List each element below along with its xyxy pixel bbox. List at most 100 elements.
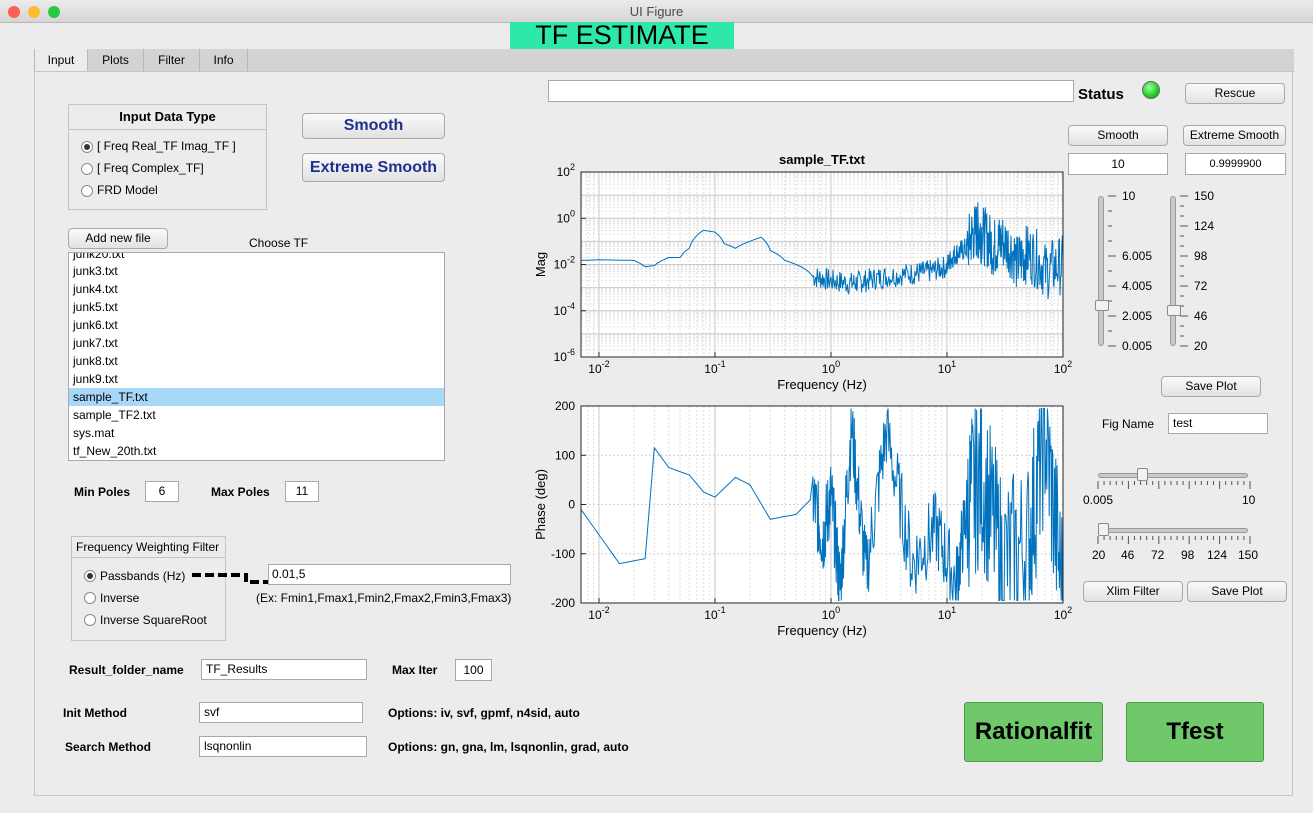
list-item[interactable]: junk5.txt (73, 298, 118, 316)
save-plot-button-2[interactable]: Save Plot (1187, 581, 1287, 602)
list-item[interactable]: junk8.txt (73, 352, 118, 370)
list-item[interactable]: junk3.txt (73, 262, 118, 280)
fig-name-field[interactable]: test (1168, 413, 1268, 434)
horizontal-slider-1-min-label: 0.005 (1083, 493, 1114, 507)
extreme-smooth-button[interactable]: Extreme Smooth (302, 153, 445, 182)
radio-passbands[interactable] (84, 570, 96, 582)
horizontal-slider-2-tick-label: 150 (1238, 548, 1259, 562)
extreme-slider-tick-label: 20 (1194, 339, 1208, 353)
radio-inverse[interactable] (84, 592, 96, 604)
min-poles-field[interactable]: 6 (145, 481, 179, 502)
smooth-vertical-slider[interactable] (1098, 196, 1104, 346)
result-folder-label: Result_folder_name (69, 663, 184, 677)
min-poles-label: Min Poles (74, 485, 131, 499)
right-smooth-button[interactable]: Smooth (1068, 125, 1168, 146)
status-label: Status (1078, 86, 1124, 103)
horizontal-slider-2-tick-label: 72 (1151, 548, 1165, 562)
horizontal-slider-2-tick-label: 98 (1181, 548, 1195, 562)
list-item-selected[interactable]: sample_TF.txt (73, 388, 148, 406)
extreme-value-field[interactable]: 0.9999900 (1185, 153, 1286, 175)
file-list[interactable]: junk20.txt junk3.txt junk4.txt junk5.txt… (68, 252, 445, 461)
passband-field[interactable]: 0.01,5 (268, 564, 511, 585)
x-tick-label: 100 (822, 359, 840, 376)
y-tick-label: 10-6 (554, 347, 575, 364)
search-method-field[interactable]: lsqnonlin (199, 736, 367, 757)
extreme-slider-tick-label: 98 (1194, 249, 1208, 263)
horizontal-slider-2-tick-label: 124 (1207, 548, 1228, 562)
y-tick-label: 0 (568, 498, 575, 512)
y-axis-label: Phase (deg) (533, 469, 548, 540)
radio-freq-real-imag-label: [ Freq Real_TF Imag_TF ] (97, 139, 236, 153)
x-tick-label: 101 (938, 605, 956, 622)
search-method-options: Options: gn, gna, lm, lsqnonlin, grad, a… (388, 740, 629, 754)
radio-inverse-squareroot[interactable] (84, 614, 96, 626)
tfest-button[interactable]: Tfest (1126, 702, 1264, 762)
status-indicator-lamp (1142, 81, 1160, 99)
tab-info[interactable]: Info (200, 49, 248, 71)
list-item[interactable]: junk7.txt (73, 334, 118, 352)
smooth-slider-tick-label: 10 (1122, 189, 1136, 203)
horizontal-slider-1-ticks (1097, 481, 1251, 489)
list-item[interactable]: sys.mat (73, 424, 114, 442)
x-tick-label: 10-2 (588, 605, 609, 622)
horizontal-slider-2-tick-label: 46 (1121, 548, 1135, 562)
radio-frd-model-label: FRD Model (97, 183, 158, 197)
frequency-weighting-title: Frequency Weighting Filter (76, 540, 220, 554)
horizontal-slider-1[interactable] (1098, 473, 1248, 478)
init-method-label: Init Method (63, 706, 127, 720)
horizontal-slider-2-thumb[interactable] (1098, 523, 1109, 536)
y-tick-label: 200 (555, 399, 575, 413)
input-data-type-group: Input Data Type [ Freq Real_TF Imag_TF ]… (68, 104, 267, 210)
horizontal-slider-2[interactable] (1098, 528, 1248, 533)
search-method-label: Search Method (65, 740, 152, 754)
list-item[interactable]: sample_TF2.txt (73, 406, 156, 424)
x-tick-label: 10-1 (704, 605, 725, 622)
xlim-filter-button[interactable]: Xlim Filter (1083, 581, 1183, 602)
max-poles-label: Max Poles (211, 485, 270, 499)
x-axis-label: Frequency (Hz) (777, 623, 867, 638)
tab-input[interactable]: Input (34, 49, 88, 72)
extreme-vertical-slider[interactable] (1170, 196, 1176, 346)
list-item[interactable]: tf_New_20th.txt (73, 442, 156, 460)
tab-plots[interactable]: Plots (88, 49, 144, 71)
max-iter-label: Max Iter (392, 663, 438, 677)
y-tick-label: -200 (551, 596, 575, 610)
add-new-file-button[interactable]: Add new file (68, 228, 168, 249)
horizontal-slider-1-thumb[interactable] (1137, 468, 1148, 481)
init-method-field[interactable]: svf (199, 702, 363, 723)
result-folder-field[interactable]: TF_Results (201, 659, 367, 680)
horizontal-slider-1-max-label: 10 (1242, 493, 1256, 507)
frequency-weighting-group: Frequency Weighting Filter Passbands (Hz… (71, 536, 226, 641)
max-poles-field[interactable]: 11 (285, 481, 319, 502)
smooth-value-field[interactable]: 10 (1068, 153, 1168, 175)
init-method-options: Options: iv, svf, gpmf, n4sid, auto (388, 706, 580, 720)
extreme-vertical-slider-thumb[interactable] (1167, 305, 1181, 316)
max-iter-field[interactable]: 100 (455, 659, 492, 681)
radio-freq-complex-label: [ Freq Complex_TF] (97, 161, 204, 175)
radio-freq-real-imag[interactable] (81, 141, 93, 153)
choose-tf-label: Choose TF (249, 236, 309, 250)
extreme-slider-ticks (1180, 195, 1188, 347)
save-plot-button[interactable]: Save Plot (1161, 376, 1261, 397)
x-tick-label: 10-1 (704, 359, 725, 376)
extreme-slider-tick-label: 124 (1194, 219, 1215, 233)
x-tick-label: 102 (1054, 359, 1072, 376)
list-item[interactable]: junk9.txt (73, 370, 118, 388)
list-item[interactable]: junk6.txt (73, 316, 118, 334)
rationalfit-button[interactable]: Rationalfit (964, 702, 1103, 762)
smooth-vertical-slider-thumb[interactable] (1095, 300, 1109, 311)
tab-filter[interactable]: Filter (144, 49, 200, 71)
status-text-field (548, 80, 1074, 102)
rescue-button[interactable]: Rescue (1185, 83, 1285, 104)
smooth-button[interactable]: Smooth (302, 113, 445, 139)
input-data-type-title: Input Data Type (119, 109, 216, 124)
y-tick-label: 100 (557, 208, 575, 225)
magnitude-chart: 10-2 10-1 100 101 102 10-6 10-4 10-2 100 102 Frequ… (533, 152, 1072, 392)
list-item[interactable]: junk4.txt (73, 280, 118, 298)
smooth-slider-ticks (1108, 195, 1116, 347)
right-extreme-smooth-button[interactable]: Extreme Smooth (1183, 125, 1286, 146)
radio-inverse-squareroot-label: Inverse SquareRoot (100, 613, 207, 627)
radio-freq-complex[interactable] (81, 163, 93, 175)
radio-frd-model[interactable] (81, 185, 93, 197)
tab-bar: Input Plots Filter Info (34, 49, 1294, 72)
